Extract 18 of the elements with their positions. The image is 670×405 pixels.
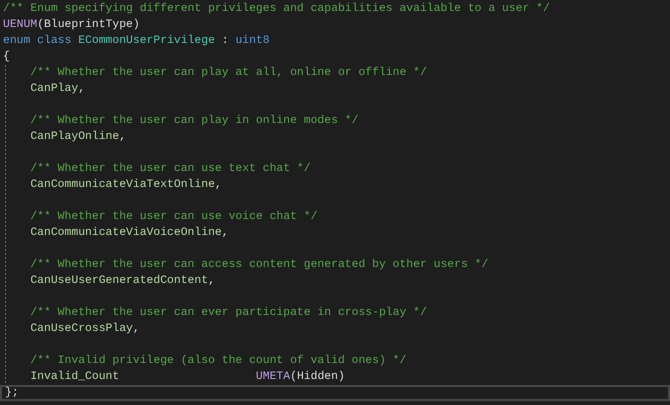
code-line: CanPlayOnline, bbox=[29, 130, 128, 145]
code-line: /** Whether the user can use text chat */ bbox=[29, 162, 312, 177]
code-line: /** Whether the user can play at all, online or offline */ bbox=[29, 66, 428, 81]
code-line: enum class ECommonUserPrivilege : uint8 bbox=[2, 34, 271, 49]
code-line: Invalid_Count UMETA(Hidden) bbox=[29, 370, 346, 385]
code-line: CanUseCrossPlay, bbox=[29, 322, 141, 337]
code-line: /** Enum specifying different privileges and capabilities available to a user */ bbox=[2, 2, 551, 17]
code-line: UENUM(BlueprintType) bbox=[2, 18, 141, 33]
code-line: CanCommunicateViaVoiceOnline, bbox=[29, 226, 230, 241]
code-line: /** Invalid privilege (also the count of valid ones) */ bbox=[29, 354, 408, 369]
code-line: CanUseUserGeneratedContent, bbox=[29, 274, 216, 289]
code-line: /** Whether the user can use voice chat */ bbox=[29, 210, 318, 225]
code-line: /** Whether the user can access content generated by other users */ bbox=[29, 258, 490, 273]
code-line: /** Whether the user can play in online modes */ bbox=[29, 114, 360, 129]
code-line: CanPlay, bbox=[29, 82, 86, 97]
code-line: { bbox=[2, 50, 11, 65]
code-line: /** Whether the user can ever participate in cross-play */ bbox=[29, 306, 428, 321]
code-line: CanCommunicateViaTextOnline, bbox=[29, 178, 223, 193]
